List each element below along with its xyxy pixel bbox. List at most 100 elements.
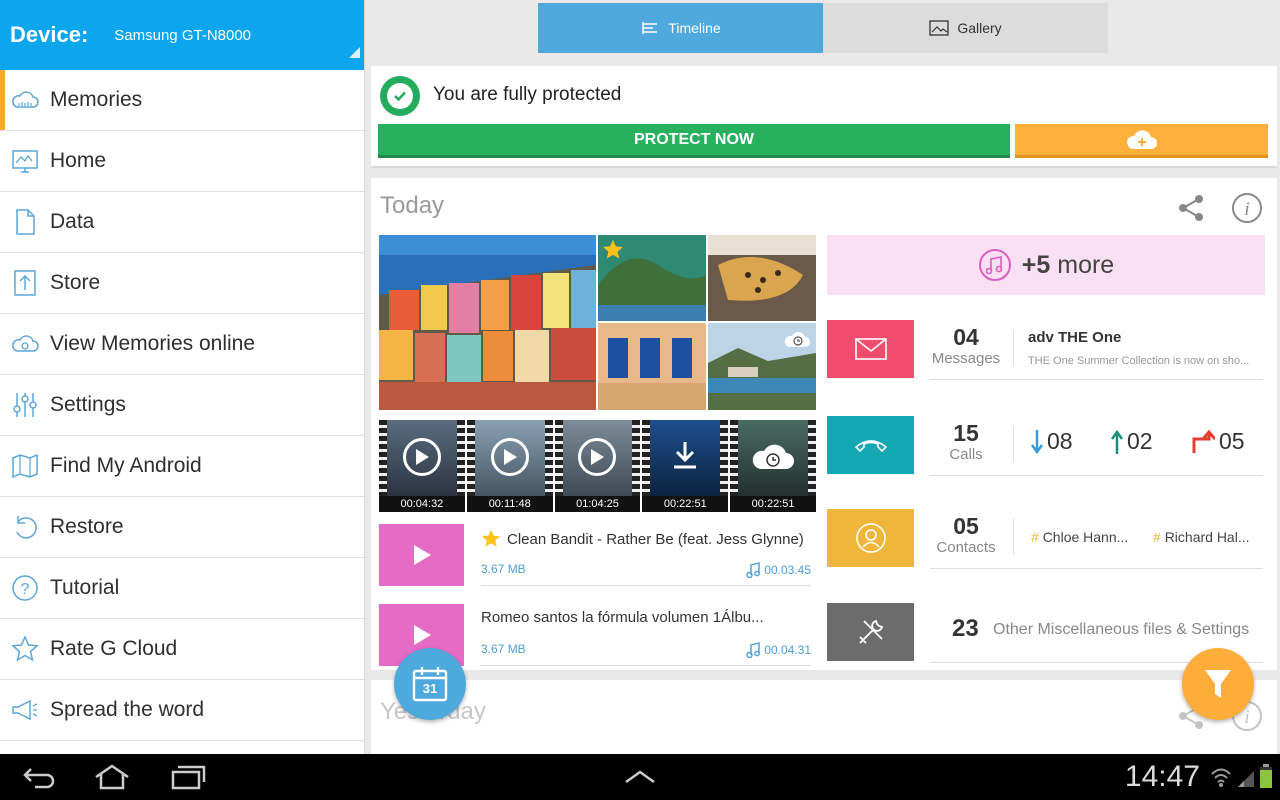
photo-thumbnail[interactable] [598,235,706,321]
sidebar-item-rate[interactable]: Rate G Cloud [0,619,364,680]
video-thumbnail[interactable]: 00:22:51 [730,420,816,512]
contacts-label: Contacts [936,539,996,556]
sidebar-item-label: Home [50,149,107,172]
calendar-fab[interactable]: 31 [394,648,466,720]
messages-row[interactable]: 04 Messages adv THE One THE One Summer C… [827,320,1265,380]
info-icon[interactable]: i [1231,192,1263,224]
cloud-clock-icon [784,332,810,347]
sidebar-item-memories[interactable]: Memories [0,70,364,131]
tab-label: Gallery [957,20,1002,36]
sliders-icon [10,390,40,420]
home-button[interactable] [89,762,135,792]
sidebar-item-label: Rate G Cloud [50,637,178,660]
video-strip: 00:04:32 00:11:48 01:04:25 00:22:51 00:2… [379,420,816,512]
device-name: Samsung GT-N8000 [114,26,252,44]
music-item[interactable]: Clean Bandit - Rather Be (feat. Jess Gly… [379,524,811,586]
system-navigation-bar: 14:47 [0,754,1280,800]
calls-tile[interactable] [827,416,914,474]
sidebar-item-home[interactable]: Home [0,131,364,192]
video-duration: 00:11:48 [466,496,553,512]
photo-thumbnail[interactable] [708,235,816,321]
svg-text:i: i [1244,199,1249,220]
status-time: 14:47 [1124,760,1200,793]
other-tile[interactable] [827,603,914,661]
music-duration: 00.03.45 [746,562,811,578]
main-content: Timeline Gallery You are fully protected… [366,0,1280,754]
sidebar-item-data[interactable]: Data [0,192,364,253]
envelope-icon [854,338,887,360]
wifi-icon [1211,768,1231,787]
svg-text:?: ? [21,581,30,598]
filter-icon [1205,670,1231,698]
sidebar-item-spread-the-word[interactable]: Spread the word [0,680,364,741]
video-thumbnail[interactable]: 00:22:51 [642,420,729,512]
megaphone-icon [10,695,40,725]
message-sender: adv THE One [1028,329,1122,346]
tab-gallery[interactable]: Gallery [823,3,1108,53]
tab-timeline[interactable]: Timeline [538,3,823,53]
music-note-icon [746,642,761,658]
calls-count: 15 [953,420,979,446]
calls-label: Calls [949,446,983,463]
upload-icon [10,268,40,298]
more-music-button[interactable]: +5 more [827,235,1265,295]
cloud-clock-icon [752,444,795,469]
video-duration: 00:22:51 [730,496,816,512]
photo-thumbnail[interactable] [379,235,596,410]
cloud-online-icon [10,329,40,359]
navigation-drawer: Device: Samsung GT-N8000 Memories Home D… [0,0,365,754]
video-thumbnail[interactable]: 01:04:25 [554,420,641,512]
music-circle-icon [978,249,1011,281]
contacts-tile[interactable] [827,509,914,567]
other-count: 23 [952,615,979,642]
play-icon [413,625,431,645]
sidebar-item-settings[interactable]: Settings [0,375,364,436]
more-word: more [1057,250,1115,279]
gallery-icon [929,20,949,36]
video-thumbnail[interactable]: 00:04:32 [379,420,465,512]
sidebar-item-view-memories-online[interactable]: View Memories online [0,314,364,375]
music-title: Romeo santos la fórmula volumen 1Álbu... [481,609,764,626]
play-icon [413,545,431,565]
cloud-upload-button[interactable] [1015,124,1268,158]
sidebar-item-store[interactable]: Store [0,253,364,314]
device-selector[interactable]: Device: Samsung GT-N8000 [0,0,364,70]
download-icon [674,441,697,469]
back-button[interactable] [16,762,62,792]
protection-status: You are fully protected [433,84,622,105]
message-preview: THE One Summer Collection is now on sho.… [1028,355,1250,367]
music-duration-text: 00.03.45 [764,563,811,577]
more-count: +5 [1021,250,1051,279]
recent-apps-icon [171,765,206,790]
sidebar-item-restore[interactable]: Restore [0,497,364,558]
recent-apps-button[interactable] [165,762,211,792]
menu-up-button[interactable] [617,762,663,792]
music-play-button[interactable] [379,524,464,586]
play-icon [578,437,617,476]
filter-fab[interactable] [1182,648,1254,720]
photo-thumbnail[interactable] [598,323,706,410]
missed-count: 05 [1219,428,1245,454]
sidebar-item-label: Tutorial [50,576,120,599]
music-size: 3.67 MB [481,562,526,576]
document-icon [10,207,40,237]
video-thumbnail[interactable]: 00:11:48 [466,420,553,512]
sidebar-item-label: Spread the word [50,698,205,721]
contacts-row[interactable]: 05 Contacts # Chloe Hann... # Richard Ha… [827,509,1265,569]
protection-card: You are fully protected PROTECT NOW [371,66,1277,168]
more-label: +5 more [1022,251,1114,280]
protect-now-button[interactable]: PROTECT NOW [378,124,1010,158]
calls-row[interactable]: 15 Calls 08 02 05 [827,416,1265,476]
share-icon[interactable] [1175,192,1207,224]
sidebar-item-label: Settings [50,393,126,416]
photo-thumbnail[interactable] [708,323,816,410]
cloud-memories-icon [10,85,40,115]
music-title-text: Romeo santos la fórmula volumen 1Álbu... [481,609,764,626]
sidebar-item-tutorial[interactable]: ? Tutorial [0,558,364,619]
music-title-text: Clean Bandit - Rather Be (feat. Jess Gly… [507,530,804,548]
star-icon [10,634,40,664]
timeline-icon [642,22,658,34]
messages-tile[interactable] [827,320,914,378]
sidebar-item-find-my-android[interactable]: Find My Android [0,436,364,497]
sidebar-item-label: Find My Android [50,454,202,477]
